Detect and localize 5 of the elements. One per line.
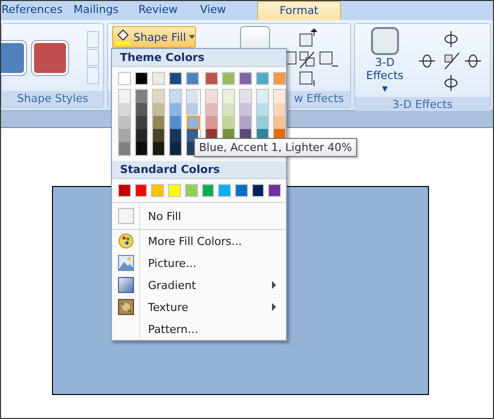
group-label: Shape Styles: [2, 91, 104, 107]
section-heading: Theme Colors: [112, 49, 286, 67]
tooltip: Blue, Accent 1, Lighter 40%: [194, 138, 357, 157]
section-heading: Standard Colors: [112, 161, 286, 179]
group-label: 3-D Effects: [354, 97, 490, 112]
